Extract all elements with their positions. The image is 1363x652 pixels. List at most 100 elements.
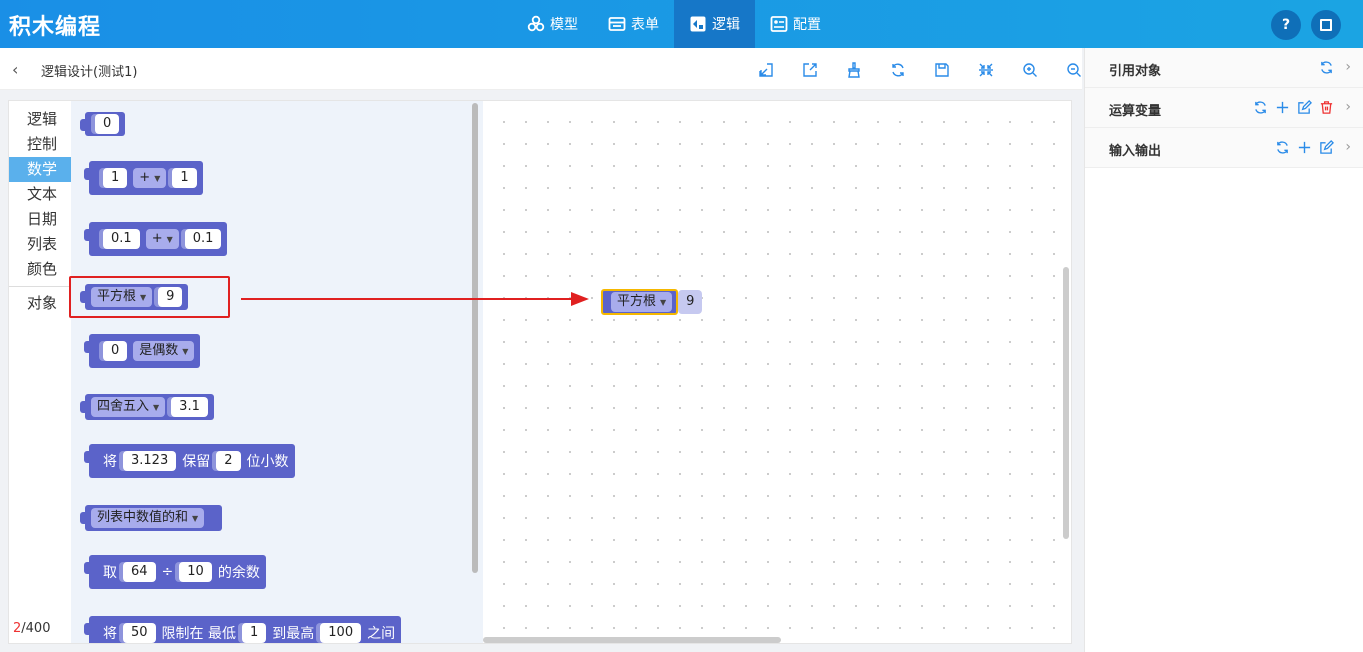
refresh-icon[interactable] <box>1319 60 1334 75</box>
round-block[interactable]: 四舍五入 ▼ 3.1 <box>80 394 214 420</box>
high-slot[interactable]: 100 <box>320 623 362 643</box>
label-text: 限制在 最低 <box>161 626 236 642</box>
canvas-vertical-scrollbar[interactable] <box>1063 267 1069 539</box>
dropdown-arrow-icon: ▼ <box>154 174 161 183</box>
divisor-slot[interactable]: 10 <box>179 562 212 582</box>
flyout-scrollbar[interactable] <box>472 103 478 573</box>
edit-icon[interactable] <box>1319 139 1335 155</box>
import-button[interactable] <box>744 60 788 80</box>
round-dropdown[interactable]: 四舍五入 ▼ <box>91 397 166 417</box>
label-text: 之间 <box>367 626 396 642</box>
category-math[interactable]: 数学 <box>9 157 71 182</box>
refresh-icon[interactable] <box>1253 100 1268 115</box>
number-block[interactable]: 0 <box>79 112 126 136</box>
round-value[interactable]: 3.1 <box>171 397 208 417</box>
check-value[interactable]: 0 <box>103 341 128 361</box>
panel-row-io[interactable]: 输入输出 › <box>1085 128 1363 168</box>
category-object[interactable]: 对象 <box>9 291 71 316</box>
highlight-annotation <box>69 276 230 318</box>
operand-a[interactable]: 0.1 <box>103 229 140 249</box>
check-label: 是偶数 <box>139 343 179 358</box>
operand-b[interactable]: 1 <box>172 168 197 188</box>
dropdown-arrow-icon: ▼ <box>166 235 173 244</box>
help-button[interactable]: ? <box>1271 10 1301 40</box>
list-fn-dropdown[interactable]: 列表中数值的和 ▼ <box>91 508 205 528</box>
dividend-slot[interactable]: 64 <box>123 562 156 582</box>
block-counter: 2/400 <box>13 621 50 636</box>
add-icon[interactable] <box>1297 140 1312 155</box>
canvas-function-label: 平方根 <box>617 294 657 309</box>
chevron-right-icon[interactable]: › <box>1345 59 1351 75</box>
toolbar <box>744 60 1096 80</box>
decimal-arithmetic-block[interactable]: 0.1 + ▼ 0.1 <box>83 222 228 256</box>
category-control[interactable]: 控制 <box>9 132 71 157</box>
form-icon <box>608 17 626 31</box>
export-button[interactable] <box>788 60 832 80</box>
nav-item-config[interactable]: 配置 <box>755 0 836 48</box>
canvas-sqrt-block[interactable]: 平方根 ▼ 9 <box>601 289 703 315</box>
even-check-block[interactable]: 0 是偶数 ▼ <box>83 334 201 368</box>
chevron-right-icon[interactable]: › <box>1345 99 1351 115</box>
label-text: 位小数 <box>246 454 289 470</box>
delete-icon[interactable] <box>1319 100 1334 115</box>
value-slot[interactable]: 3.123 <box>123 451 177 471</box>
number-value[interactable]: 0 <box>95 114 120 134</box>
label-text: 将 <box>103 626 117 642</box>
canvas-sqrt-value[interactable]: 9 <box>678 290 703 314</box>
block-flyout: 逻辑 控制 数学 文本 日期 列表 颜色 对象 2/400 0 1 + ▼ 1 0… <box>9 101 483 643</box>
blockly-canvas[interactable] <box>483 101 1071 643</box>
category-list[interactable]: 列表 <box>9 232 71 257</box>
collapse-button[interactable] <box>964 60 1008 80</box>
category-date[interactable]: 日期 <box>9 207 71 232</box>
edit-icon[interactable] <box>1297 99 1313 115</box>
check-dropdown[interactable]: 是偶数 ▼ <box>133 341 195 361</box>
decimals-slot[interactable]: 2 <box>216 451 241 471</box>
back-icon[interactable]: ‹ <box>12 60 18 79</box>
panel-row-actions: › <box>1275 139 1351 155</box>
panel-row-actions: › <box>1319 59 1351 75</box>
top-right-actions: ? <box>1271 10 1341 40</box>
label-text: 取 <box>103 565 117 581</box>
add-icon[interactable] <box>1275 100 1290 115</box>
canvas-function-dropdown[interactable]: 平方根 ▼ <box>611 292 673 312</box>
list-sum-block[interactable]: 列表中数值的和 ▼ <box>79 505 223 531</box>
help-icon: ? <box>1281 17 1291 33</box>
fullscreen-button[interactable] <box>1311 10 1341 40</box>
dropdown-arrow-icon: ▼ <box>182 347 189 356</box>
zoom-in-button[interactable] <box>1008 60 1052 80</box>
round-label: 四舍五入 <box>97 399 150 414</box>
category-logic[interactable]: 逻辑 <box>9 107 71 132</box>
divide-symbol: ÷ <box>161 564 174 580</box>
operator-dropdown[interactable]: + ▼ <box>145 229 179 249</box>
panel-row-variables[interactable]: 运算变量 › <box>1085 88 1363 128</box>
operand-a[interactable]: 1 <box>103 168 128 188</box>
operator-dropdown[interactable]: + ▼ <box>133 168 167 188</box>
constrain-block[interactable]: 将 50 限制在 最低 1 到最高 100 之间 <box>83 616 402 643</box>
canvas-sqrt-main[interactable]: 平方根 ▼ <box>601 289 679 315</box>
top-bar: 积木编程 模型 表单 逻辑 配置 ? <box>0 0 1363 48</box>
refresh-icon[interactable] <box>1275 140 1290 155</box>
value-slot[interactable]: 50 <box>123 623 156 643</box>
refresh-icon <box>892 63 904 77</box>
chevron-right-icon[interactable]: › <box>1345 139 1351 155</box>
nav-item-logic[interactable]: 逻辑 <box>674 0 755 48</box>
clean-button[interactable] <box>832 60 876 80</box>
category-color[interactable]: 颜色 <box>9 257 71 282</box>
low-slot[interactable]: 1 <box>242 623 267 643</box>
nav-item-form[interactable]: 表单 <box>593 0 674 48</box>
panel-row-ref-objects[interactable]: 引用对象 › <box>1085 48 1363 88</box>
arithmetic-block[interactable]: 1 + ▼ 1 <box>84 161 203 195</box>
canvas-horizontal-scrollbar[interactable] <box>483 637 781 643</box>
save-button[interactable] <box>920 60 964 80</box>
category-text[interactable]: 文本 <box>9 182 71 207</box>
collapse-icon <box>979 63 993 77</box>
label-text: 保留 <box>182 454 211 470</box>
dropdown-arrow-icon: ▼ <box>660 298 667 307</box>
panel-row-label: 引用对象 <box>1109 64 1162 79</box>
nav-item-model[interactable]: 模型 <box>512 0 593 48</box>
modulo-block[interactable]: 取 64 ÷ 10 的余数 <box>84 555 266 589</box>
refresh-button[interactable] <box>876 60 920 80</box>
dropdown-arrow-icon: ▼ <box>153 403 160 412</box>
operand-b[interactable]: 0.1 <box>184 229 222 249</box>
round-to-decimals-block[interactable]: 将 3.123 保留 2 位小数 <box>84 444 295 478</box>
